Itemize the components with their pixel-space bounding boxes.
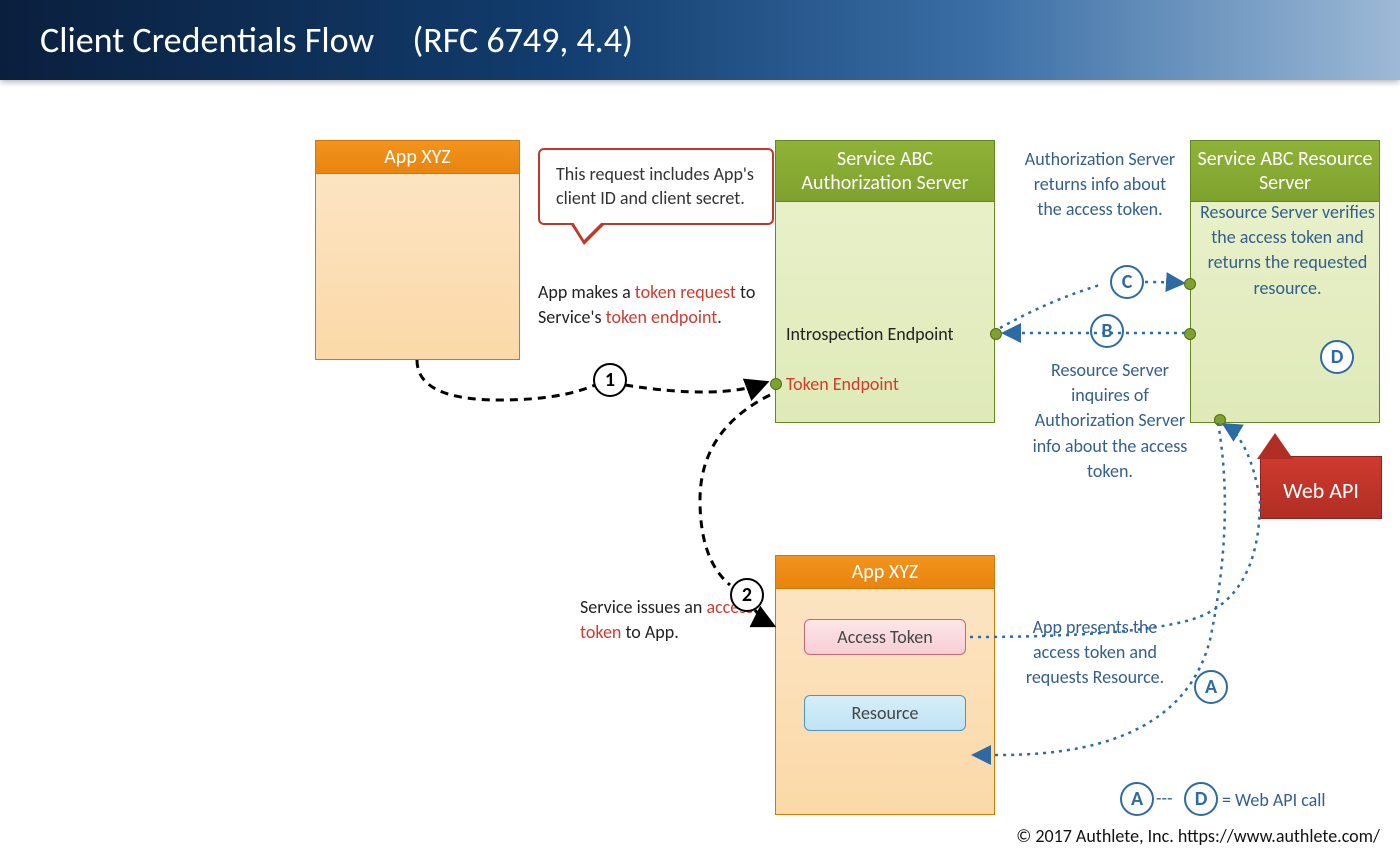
box-web-api: Web API bbox=[1260, 456, 1382, 519]
label-a: App presents the access token and reques… bbox=[1010, 615, 1180, 691]
title-main: Client Credentials Flow bbox=[40, 18, 374, 62]
label-d: Resource Server verifies the access toke… bbox=[1200, 200, 1375, 301]
web-api-label: Web API bbox=[1283, 477, 1359, 504]
dot-rs-b bbox=[1184, 328, 1196, 340]
legend-text: = Web API call bbox=[1222, 788, 1326, 813]
arrows-overlay bbox=[0, 0, 1400, 855]
box-resource-server-title: Service ABC Resource Server bbox=[1190, 140, 1380, 202]
diagram-stage: Client Credentials Flow (RFC 6749, 4.4) … bbox=[0, 0, 1400, 855]
label-c: Authorization Server returns info about … bbox=[1020, 147, 1180, 223]
letter-circle-a: A bbox=[1194, 670, 1228, 704]
endpoint-token: Token Endpoint bbox=[786, 373, 899, 395]
bubble-token-request: This request includes App's client ID an… bbox=[538, 148, 774, 225]
label-step1: App makes a token request to Service's t… bbox=[538, 280, 763, 330]
dot-token bbox=[770, 378, 782, 390]
box-app-bottom: App XYZ Access Token Resource bbox=[775, 555, 995, 815]
legend-dash: --- bbox=[1156, 786, 1173, 811]
dot-introspection bbox=[990, 328, 1002, 340]
letter-circle-d: D bbox=[1320, 340, 1354, 374]
dot-rs-web bbox=[1214, 414, 1226, 426]
box-app-top-title: App XYZ bbox=[315, 140, 520, 174]
letter-circle-b: B bbox=[1090, 314, 1124, 348]
title-bar: Client Credentials Flow (RFC 6749, 4.4) bbox=[0, 0, 1400, 80]
chip-access-token: Access Token bbox=[804, 619, 966, 655]
box-auth-server-title: Service ABC Authorization Server bbox=[775, 140, 995, 202]
footer-credit: © 2017 Authlete, Inc. https://www.authle… bbox=[1016, 825, 1380, 847]
title-rfc: (RFC 6749, 4.4) bbox=[412, 18, 633, 62]
endpoint-introspection: Introspection Endpoint bbox=[786, 323, 954, 345]
legend-circle-d: D bbox=[1184, 782, 1218, 816]
legend-circle-a: A bbox=[1120, 782, 1154, 816]
label-b: Resource Server inquires of Authorizatio… bbox=[1030, 358, 1190, 484]
box-app-bottom-title: App XYZ bbox=[775, 555, 995, 589]
step-circle-1: 1 bbox=[593, 363, 627, 397]
step-circle-2: 2 bbox=[730, 578, 764, 612]
chip-resource: Resource bbox=[804, 695, 966, 731]
letter-circle-c: C bbox=[1110, 265, 1144, 299]
dot-rs-c bbox=[1184, 278, 1196, 290]
box-app-top: App XYZ bbox=[315, 140, 520, 360]
web-api-pointer-icon bbox=[1257, 433, 1293, 459]
